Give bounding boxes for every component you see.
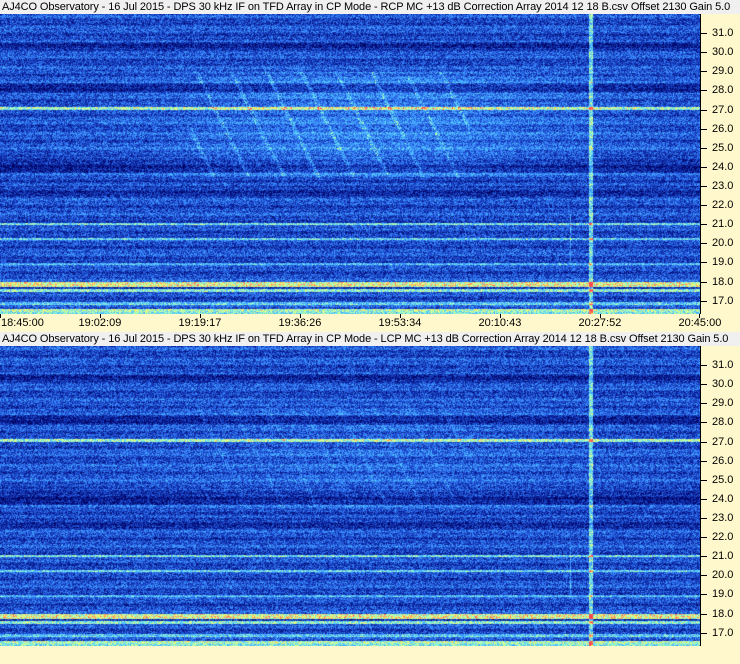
y-tick (701, 52, 707, 54)
y-tick-label: 23.0 (712, 179, 734, 192)
y-tick-label: 29.0 (712, 397, 734, 410)
y-tick (701, 441, 707, 443)
y-tick (701, 594, 707, 596)
y-tick-label: 22.0 (712, 199, 734, 212)
y-tick-label: 21.0 (712, 218, 734, 231)
y-tick (701, 109, 707, 111)
y-tick (701, 281, 707, 283)
y-tick (701, 185, 707, 187)
y-tick-label: 17.0 (712, 294, 734, 307)
y-tick (701, 537, 707, 539)
y-tick-label: 26.0 (712, 454, 734, 467)
y-tick-label: 24.0 (712, 492, 734, 505)
y-tick (701, 166, 707, 168)
y-tick (701, 460, 707, 462)
y-tick-label: 30.0 (712, 46, 734, 59)
y-tick (701, 90, 707, 92)
y-tick-label: 31.0 (712, 27, 734, 40)
x-tick-label: 19:53:34 (378, 317, 422, 329)
lcp-time-axis (0, 646, 740, 664)
y-tick-label: 30.0 (712, 378, 734, 391)
y-tick (701, 556, 707, 558)
y-tick-label: 18.0 (712, 275, 734, 288)
y-tick-label: 20.0 (712, 569, 734, 582)
y-tick-label: 24.0 (712, 160, 734, 173)
y-tick-label: 29.0 (712, 65, 734, 78)
y-tick-label: 31.0 (712, 359, 734, 372)
y-tick (701, 403, 707, 405)
y-tick-label: 17.0 (712, 626, 734, 639)
x-tick-label: 20:27:52 (578, 317, 622, 329)
y-tick (701, 613, 707, 615)
y-tick-label: 21.0 (712, 550, 734, 563)
y-tick-label: 20.0 (712, 237, 734, 250)
y-tick-label: 26.0 (712, 122, 734, 135)
y-tick (701, 243, 707, 245)
y-tick-label: 28.0 (712, 416, 734, 429)
y-tick-label: 23.0 (712, 511, 734, 524)
y-tick-label: 25.0 (712, 141, 734, 154)
x-tick-label: 18:45:00 (1, 317, 44, 329)
y-tick (701, 575, 707, 577)
y-tick (701, 479, 707, 481)
y-tick-label: 28.0 (712, 84, 734, 97)
y-tick (701, 147, 707, 149)
y-tick (701, 384, 707, 386)
y-tick-label: 25.0 (712, 473, 734, 486)
y-tick (701, 632, 707, 634)
y-tick (701, 365, 707, 367)
x-tick-label: 20:45:00 (678, 317, 722, 329)
y-tick (701, 224, 707, 226)
rcp-panel-title: AJ4CO Observatory - 16 Jul 2015 - DPS 30… (0, 0, 740, 14)
y-tick-label: 27.0 (712, 103, 734, 116)
y-tick (701, 262, 707, 264)
x-tick-label: 20:10:43 (478, 317, 522, 329)
rcp-panel: AJ4CO Observatory - 16 Jul 2015 - DPS 30… (0, 0, 740, 332)
rcp-time-axis: 18:45:00 19:02:09 19:19:17 19:36:26 19:53:34… (0, 314, 740, 332)
lcp-spectrogram-canvas (0, 346, 700, 646)
x-tick-label: 19:02:09 (78, 317, 122, 329)
y-tick (701, 33, 707, 35)
y-tick (701, 128, 707, 130)
y-tick-label: 22.0 (712, 531, 734, 544)
x-tick-label: 19:36:26 (278, 317, 322, 329)
lcp-spectrogram (0, 346, 700, 646)
lcp-frequency-axis: 17.0 18.0 19.0 20.0 21.0 22.0 23.0 24.0 25.0 26.0… (700, 346, 740, 646)
y-tick (701, 71, 707, 73)
rcp-frequency-axis: 17.0 18.0 19.0 20.0 21.0 22.0 23.0 24.0 25.0 26.0… (700, 14, 740, 314)
y-tick-label: 18.0 (712, 607, 734, 620)
x-tick-label: 19:19:17 (178, 317, 222, 329)
lcp-panel-title: AJ4CO Observatory - 16 Jul 2015 - DPS 30… (0, 332, 740, 346)
lcp-panel: AJ4CO Observatory - 16 Jul 2015 - DPS 30… (0, 332, 740, 664)
y-tick (701, 300, 707, 302)
rcp-spectrogram-canvas (0, 14, 700, 314)
y-tick (701, 498, 707, 500)
y-tick-label: 27.0 (712, 435, 734, 448)
y-tick-label: 19.0 (712, 588, 734, 601)
rcp-spectrogram (0, 14, 700, 314)
y-tick (701, 517, 707, 519)
y-tick-label: 19.0 (712, 256, 734, 269)
y-tick (701, 205, 707, 207)
y-tick (701, 422, 707, 424)
